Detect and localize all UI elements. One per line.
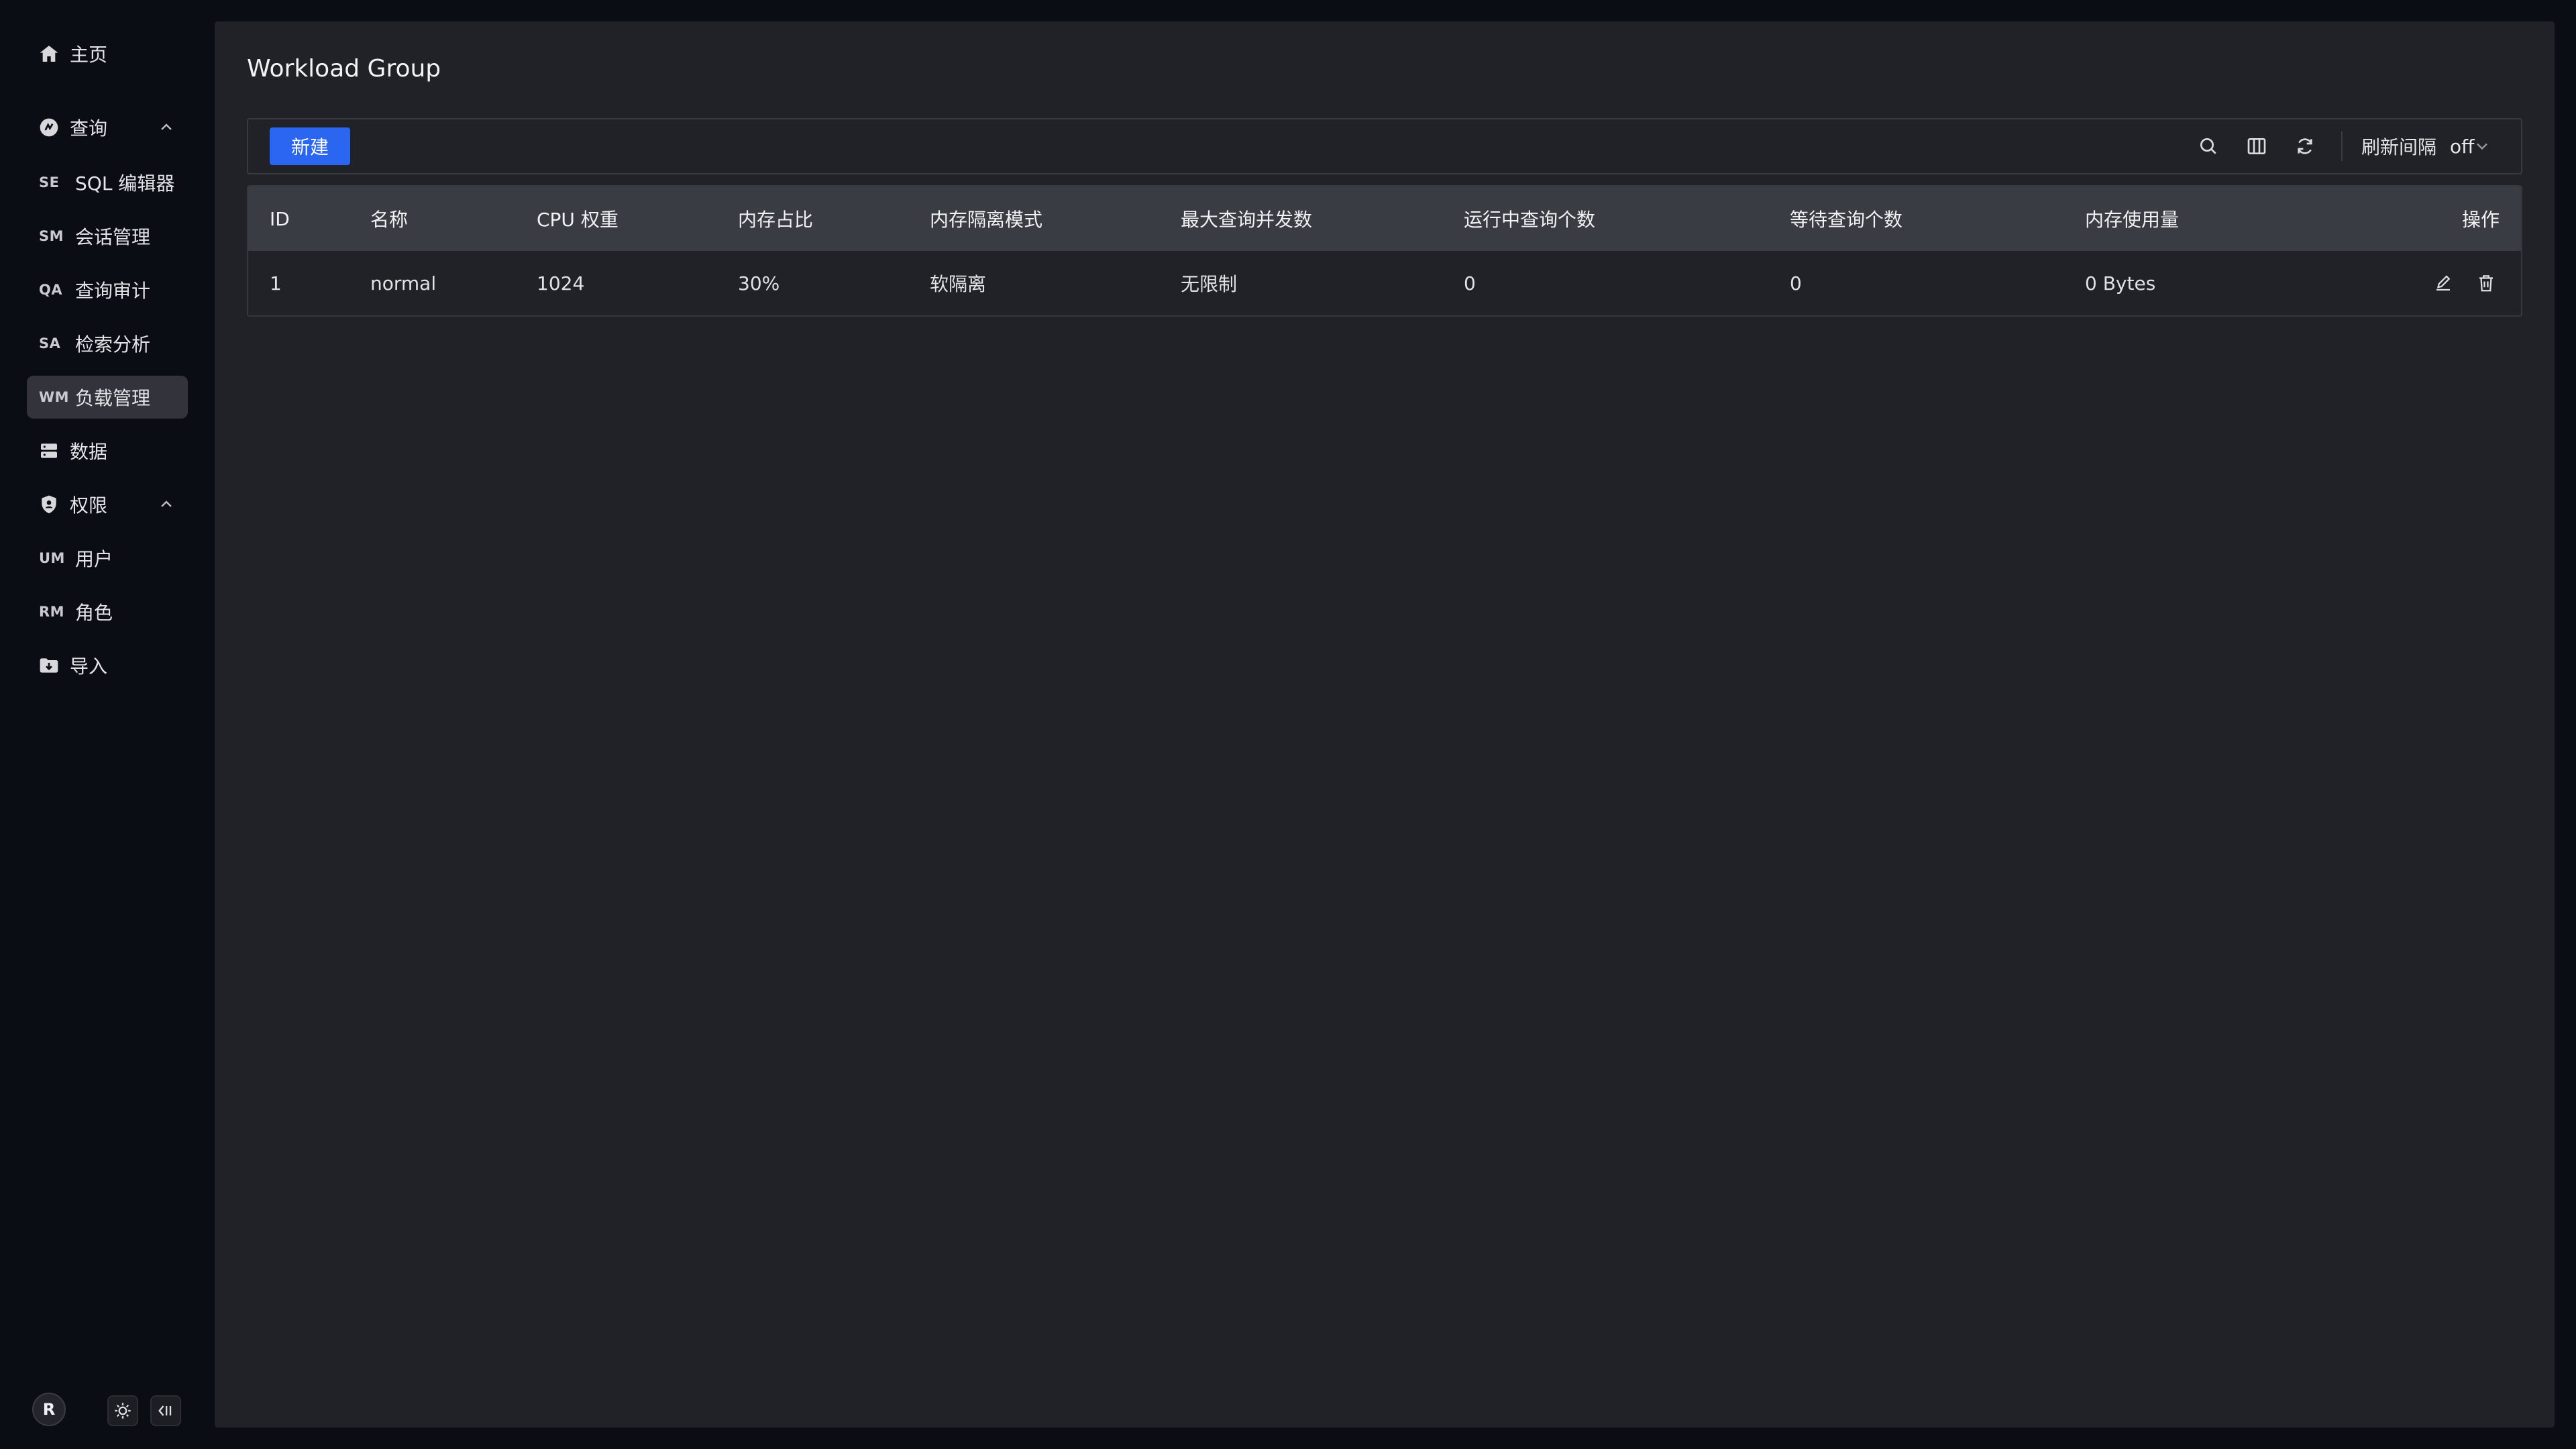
sidebar-item-abbr: RM: [39, 604, 65, 620]
sidebar-item-label: SQL 编辑器: [75, 172, 175, 195]
sun-icon: [115, 1403, 131, 1419]
cell-memory-ratio: 30%: [738, 272, 780, 294]
sidebar-group-query[interactable]: 查询: [27, 106, 188, 149]
search-icon[interactable]: [2195, 133, 2222, 160]
folder-import-icon: [38, 654, 60, 677]
refresh-interval-label: 刷新间隔: [2361, 136, 2437, 158]
sidebar-item-roles[interactable]: RM 角色: [27, 590, 188, 633]
column-header-actions: 操作: [2461, 209, 2500, 231]
column-header-waiting-queries[interactable]: 等待查询个数: [1790, 186, 1902, 251]
column-header-memory-ratio[interactable]: 内存占比: [738, 186, 813, 251]
sidebar-item-data[interactable]: 数据: [27, 429, 188, 472]
sidebar-item-abbr: SM: [39, 228, 64, 244]
edit-icon[interactable]: [2431, 271, 2455, 295]
home-icon: [38, 42, 60, 65]
cell-cpu-weight: 1024: [537, 272, 585, 294]
sidebar-item-sql-editor[interactable]: SE SQL 编辑器: [27, 161, 188, 204]
workload-group-table: ID 名称 CPU 权重 内存占比 内存隔离模式 最大查询并发数 运行中查询个数…: [247, 185, 2522, 317]
theme-toggle-button[interactable]: [107, 1395, 138, 1426]
table-row: 1 normal 1024 30% 软隔离 无限制 0 0 0 Bytes: [248, 251, 2521, 315]
chevron-up-icon[interactable]: [158, 119, 174, 136]
page-title: Workload Group: [247, 55, 441, 83]
table-header: ID 名称 CPU 权重 内存占比 内存隔离模式 最大查询并发数 运行中查询个数…: [248, 186, 2521, 251]
sidebar-item-abbr: WM: [39, 389, 70, 405]
cell-id: 1: [270, 272, 282, 294]
chevron-down-icon[interactable]: [2473, 137, 2491, 156]
main-panel: Workload Group 新建 刷新间隔 off ID 名称 CPU 权重 …: [215, 21, 2555, 1428]
query-icon: [38, 116, 60, 139]
new-button[interactable]: 新建: [270, 127, 350, 165]
sidebar-item-abbr: UM: [39, 550, 65, 566]
delete-icon[interactable]: [2474, 271, 2498, 295]
sidebar-item-search-analysis[interactable]: SA 检索分析: [27, 322, 188, 365]
cell-waiting-queries: 0: [1790, 272, 1802, 294]
cell-memory-usage: 0 Bytes: [2085, 272, 2156, 294]
sidebar-item-abbr: SE: [39, 174, 60, 191]
cell-running-queries: 0: [1464, 272, 1476, 294]
sidebar-item-label: 用户: [75, 548, 113, 570]
collapse-sidebar-button[interactable]: [150, 1395, 181, 1426]
column-header-running-queries[interactable]: 运行中查询个数: [1464, 186, 1595, 251]
refresh-interval-value: off: [2450, 135, 2475, 158]
column-header-max-concurrency[interactable]: 最大查询并发数: [1181, 186, 1312, 251]
sidebar-item-workload-management[interactable]: WM 负载管理: [27, 376, 188, 419]
shield-icon: [38, 493, 60, 516]
cell-name: normal: [370, 272, 437, 294]
sidebar-item-session-management[interactable]: SM 会话管理: [27, 215, 188, 258]
sidebar-group-permission[interactable]: 权限: [27, 483, 188, 526]
row-actions: [2412, 251, 2498, 315]
column-header-name[interactable]: 名称: [370, 186, 408, 251]
sidebar-item-label: 查询: [70, 117, 108, 140]
sidebar-item-label: 查询审计: [75, 280, 151, 302]
refresh-interval-select[interactable]: 刷新间隔 off: [2361, 119, 2474, 173]
cell-max-concurrency: 无限制: [1181, 273, 1238, 295]
sidebar-item-label: 数据: [70, 441, 108, 463]
column-header-cpu-weight[interactable]: CPU 权重: [537, 186, 619, 251]
toolbar: 新建 刷新间隔 off: [247, 118, 2522, 174]
sidebar-item-label: 权限: [70, 494, 108, 517]
sidebar-item-label: 检索分析: [75, 333, 151, 356]
refresh-icon[interactable]: [2292, 133, 2318, 160]
sidebar-item-label: 负载管理: [75, 387, 151, 409]
sidebar: 主页 查询 SE SQL 编辑器 SM 会话管理 QA 查询审计 SA 检索分析…: [0, 0, 213, 1449]
column-header-memory-usage[interactable]: 内存使用量: [2085, 186, 2179, 251]
sidebar-item-abbr: QA: [39, 282, 63, 298]
sidebar-item-label: 角色: [75, 602, 113, 624]
toolbar-divider: [2341, 131, 2343, 161]
chevron-up-icon[interactable]: [158, 496, 174, 513]
column-header-id[interactable]: ID: [270, 186, 290, 251]
sidebar-item-users[interactable]: UM 用户: [27, 537, 188, 580]
columns-icon[interactable]: [2243, 133, 2270, 160]
database-icon: [38, 439, 60, 462]
collapse-icon: [158, 1405, 172, 1416]
sidebar-item-label: 会话管理: [75, 226, 151, 248]
cell-memory-isolation: 软隔离: [930, 273, 987, 295]
sidebar-item-query-audit[interactable]: QA 查询审计: [27, 268, 188, 311]
sidebar-item-import[interactable]: 导入: [27, 644, 188, 687]
sidebar-item-label: 主页: [70, 44, 108, 66]
sidebar-item-abbr: SA: [39, 335, 61, 352]
user-avatar[interactable]: R: [32, 1393, 66, 1426]
column-header-memory-isolation[interactable]: 内存隔离模式: [930, 186, 1042, 251]
sidebar-item-label: 导入: [70, 655, 108, 678]
sidebar-item-home[interactable]: 主页: [27, 32, 188, 75]
